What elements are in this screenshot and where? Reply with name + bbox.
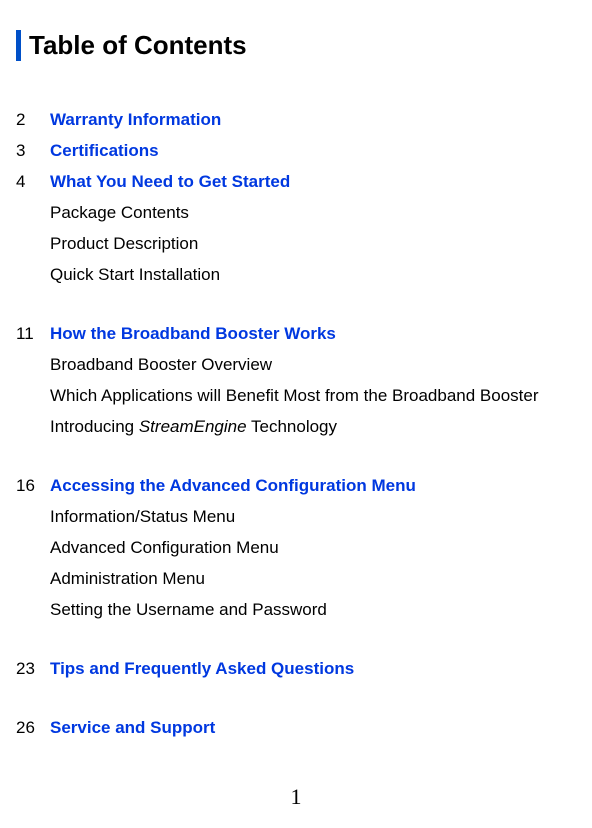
toc-link-how-it-works[interactable]: How the Broadband Booster Works — [50, 325, 336, 342]
toc-subentry: Product Description — [50, 235, 582, 252]
toc-page-number: 11 — [16, 325, 50, 342]
toc-entry: 26 Service and Support — [16, 719, 582, 736]
toc-subentry: Setting the Username and Password — [50, 601, 582, 618]
toc-page-number: 4 — [16, 173, 50, 190]
toc-link-get-started[interactable]: What You Need to Get Started — [50, 173, 290, 190]
toc-link-advanced-config[interactable]: Accessing the Advanced Configuration Men… — [50, 477, 416, 494]
toc-subentry: Administration Menu — [50, 570, 582, 587]
toc-page-number: 23 — [16, 660, 50, 677]
toc-page-number: 2 — [16, 111, 50, 128]
toc-page-number: 26 — [16, 719, 50, 736]
footer-page-number: 1 — [0, 784, 592, 810]
toc-page-number: 3 — [16, 142, 50, 159]
toc-subentry-text: Introducing — [50, 417, 139, 436]
toc-entry: 23 Tips and Frequently Asked Questions — [16, 660, 582, 677]
page-title: Table of Contents — [29, 30, 582, 61]
table-of-contents: 2 Warranty Information 3 Certifications … — [16, 111, 582, 736]
toc-entry: 3 Certifications — [16, 142, 582, 159]
toc-link-tips-faq[interactable]: Tips and Frequently Asked Questions — [50, 660, 354, 677]
toc-subentry: Introducing StreamEngine Technology — [50, 418, 582, 435]
toc-entry: 2 Warranty Information — [16, 111, 582, 128]
toc-link-warranty[interactable]: Warranty Information — [50, 111, 221, 128]
toc-entry: 11 How the Broadband Booster Works — [16, 325, 582, 342]
toc-subentry: Information/Status Menu — [50, 508, 582, 525]
toc-entry: 16 Accessing the Advanced Configuration … — [16, 477, 582, 494]
toc-link-service-support[interactable]: Service and Support — [50, 719, 215, 736]
toc-link-certifications[interactable]: Certifications — [50, 142, 159, 159]
toc-page-number: 16 — [16, 477, 50, 494]
toc-subentry: Advanced Configuration Menu — [50, 539, 582, 556]
title-block: Table of Contents — [16, 30, 582, 61]
toc-subentry: Quick Start Installation — [50, 266, 582, 283]
toc-subentry-italic: StreamEngine — [139, 417, 247, 436]
toc-subentry-text: Technology — [247, 417, 337, 436]
toc-subentry: Package Contents — [50, 204, 582, 221]
toc-subentry: Which Applications will Benefit Most fro… — [50, 387, 582, 404]
toc-subentry: Broadband Booster Overview — [50, 356, 582, 373]
toc-entry: 4 What You Need to Get Started — [16, 173, 582, 190]
